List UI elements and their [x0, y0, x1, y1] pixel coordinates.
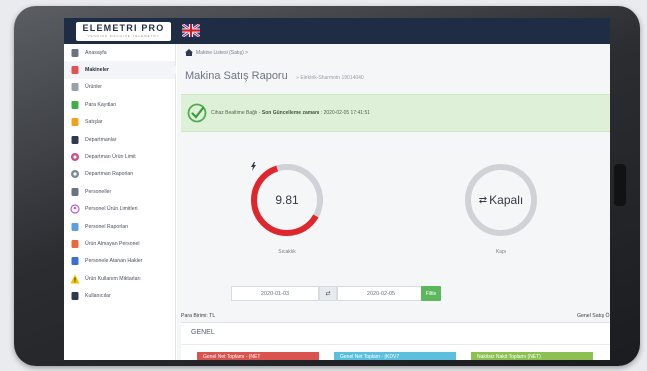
sidebar-item-label: Departmanlar	[85, 136, 117, 143]
tablet-home-button	[614, 164, 626, 206]
sidebar-item[interactable]: Anasayfa	[64, 44, 175, 61]
assigned-rights-icon	[70, 256, 80, 266]
tablet-frame: ELEMETRI PRO VENDING MACHINE TELEMETRY A…	[14, 6, 640, 366]
home-icon	[70, 48, 80, 58]
sidebar-item[interactable]: Personeller	[64, 183, 175, 200]
department-reports-icon	[70, 169, 80, 179]
sidebar-item-label: Personel Ürün Limitleri	[85, 206, 138, 213]
sidebar-item[interactable]: Departman Raporları	[64, 166, 175, 183]
panel-title: GENEL	[191, 329, 215, 336]
sidebar: Anasayfa Makineler Ürünler Para Kayıtları Sa…	[64, 44, 176, 360]
sidebar-item-label: Departman Ürün Limit	[85, 154, 136, 161]
top-navbar: ELEMETRI PRO VENDING MACHINE TELEMETRY	[64, 18, 610, 44]
department-limit-icon	[70, 152, 80, 162]
app-logo[interactable]: ELEMETRI PRO VENDING MACHINE TELEMETRY	[76, 22, 171, 41]
sidebar-item-label: Personeller	[85, 188, 112, 195]
personnel-limit-icon	[70, 204, 80, 214]
date-range-separator: ⇄	[319, 286, 337, 301]
thermometer-icon	[251, 162, 256, 171]
money-icon	[70, 100, 80, 110]
non-buying-icon	[70, 239, 80, 249]
stat-net-total-kdv: Genel Net Toplam - (KDV7	[334, 352, 456, 360]
sidebar-item-label: Kullanıcılar	[85, 293, 111, 300]
sidebar-item[interactable]: Personel Ürün Limitleri	[64, 201, 175, 218]
departments-icon	[70, 135, 80, 145]
sidebar-item-label: Ürün Kullanım Miktarları	[85, 275, 141, 282]
sidebar-item[interactable]: Personel Raporları	[64, 218, 175, 235]
check-circle-icon	[187, 103, 207, 123]
sidebar-item[interactable]: Satışlar	[64, 114, 175, 131]
sidebar-item-label: Para Kayıtları	[85, 101, 117, 108]
app-screen: ELEMETRI PRO VENDING MACHINE TELEMETRY A…	[64, 18, 610, 360]
sidebar-item-label: Satışlar	[85, 119, 103, 126]
sidebar-item[interactable]: Ürün Almayan Personel	[64, 235, 175, 252]
sidebar-item[interactable]: Departmanlar	[64, 131, 175, 148]
logo-tagline: VENDING MACHINE TELEMETRY	[87, 34, 160, 38]
personnel-reports-icon	[70, 222, 80, 232]
sales-icon	[70, 117, 80, 127]
breadcrumb: Makine Listesi (Satış) >	[185, 49, 248, 56]
sidebar-item-label: Anasayfa	[85, 49, 107, 56]
temperature-value-text: 9.81	[275, 193, 299, 207]
alert-update-value: : 2020-02-05 17:41:51	[319, 110, 371, 116]
temperature-gauge: 9.81	[249, 162, 325, 238]
warning-icon	[70, 274, 80, 284]
personnel-icon	[70, 187, 80, 197]
sidebar-item[interactable]: Para Kayıtları	[64, 96, 175, 113]
sidebar-item-label: Personel Raporları	[85, 223, 129, 230]
sidebar-item[interactable]: Ürün Kullanım Miktarları	[64, 270, 175, 287]
sidebar-item[interactable]: Makineler	[64, 61, 176, 79]
uk-flag-icon[interactable]	[182, 24, 200, 37]
alert-update-label: Son Güncelleme zamanı	[261, 110, 320, 116]
sidebar-item[interactable]: Departman Ürün Limit	[64, 148, 175, 165]
sidebar-item[interactable]: Personele Atanan Hakler	[64, 253, 175, 270]
connection-alert: Cihaz Bealtime Bağlı - Son Güncelleme za…	[181, 94, 610, 132]
sidebar-item-label: Makineler	[85, 67, 109, 74]
main-content: Makine Listesi (Satış) > Makina Satış Ra…	[177, 44, 610, 360]
logo-name: ELEMETRI PRO	[82, 23, 165, 33]
sidebar-item[interactable]: Kullanıcılar	[64, 287, 175, 304]
sidebar-item-label: Departman Raporları	[85, 171, 134, 178]
sidebar-item-label: Ürünler	[85, 84, 103, 91]
sidebar-item-label: Personele Atanan Hakler	[85, 258, 143, 265]
stat-cashless-total: Nakitsiz Nakit Toplamı (NET)	[471, 352, 593, 360]
home-icon[interactable]	[185, 49, 193, 56]
temperature-label: Sıcaklık	[278, 249, 296, 255]
products-icon	[70, 82, 80, 92]
breadcrumb-link[interactable]: Makine Listesi (Satış) >	[196, 50, 248, 56]
swap-arrows-icon: ⇄	[478, 194, 488, 206]
end-date-input[interactable]: 2020-02-05	[337, 286, 425, 301]
title-row: Makina Satış Raporu » Elektrik-Sharmotn …	[185, 66, 364, 84]
stat-net-total: Genel Net Toplamı - (NET	[197, 352, 319, 360]
date-filter: 2020-01-03 ⇄ 2020-02-05 Filtle	[177, 284, 610, 304]
users-icon	[70, 291, 80, 301]
door-gauge: ⇄ Kapalı	[463, 162, 539, 238]
temperature-value: 9.81	[249, 162, 325, 238]
door-value: ⇄ Kapalı	[463, 162, 539, 238]
alert-text: Cihaz Bealtime Bağlı - Son Güncelleme za…	[211, 110, 370, 116]
general-sales-label: Genel Satış Ö	[577, 313, 610, 319]
door-value-text: Kapalı	[489, 193, 524, 207]
machines-icon	[70, 65, 80, 75]
door-label: Kapı	[495, 249, 507, 255]
start-date-input[interactable]: 2020-01-03	[231, 286, 319, 301]
page-title: Makina Satış Raporu	[185, 70, 288, 82]
page-subtitle: » Elektrik-Sharmotn 19014040	[296, 75, 364, 81]
alert-status: Cihaz Bealtime Bağlı	[211, 110, 258, 116]
sidebar-item[interactable]: Ürünler	[64, 79, 175, 96]
general-panel: GENEL Genel Net Toplamı - (NET Genel Net…	[181, 322, 610, 360]
panel-divider	[181, 344, 610, 345]
currency-label: Para Birimi: TL	[181, 313, 216, 319]
sidebar-item-label: Ürün Almayan Personel	[85, 240, 140, 247]
filter-button[interactable]: Filtle	[421, 286, 441, 301]
